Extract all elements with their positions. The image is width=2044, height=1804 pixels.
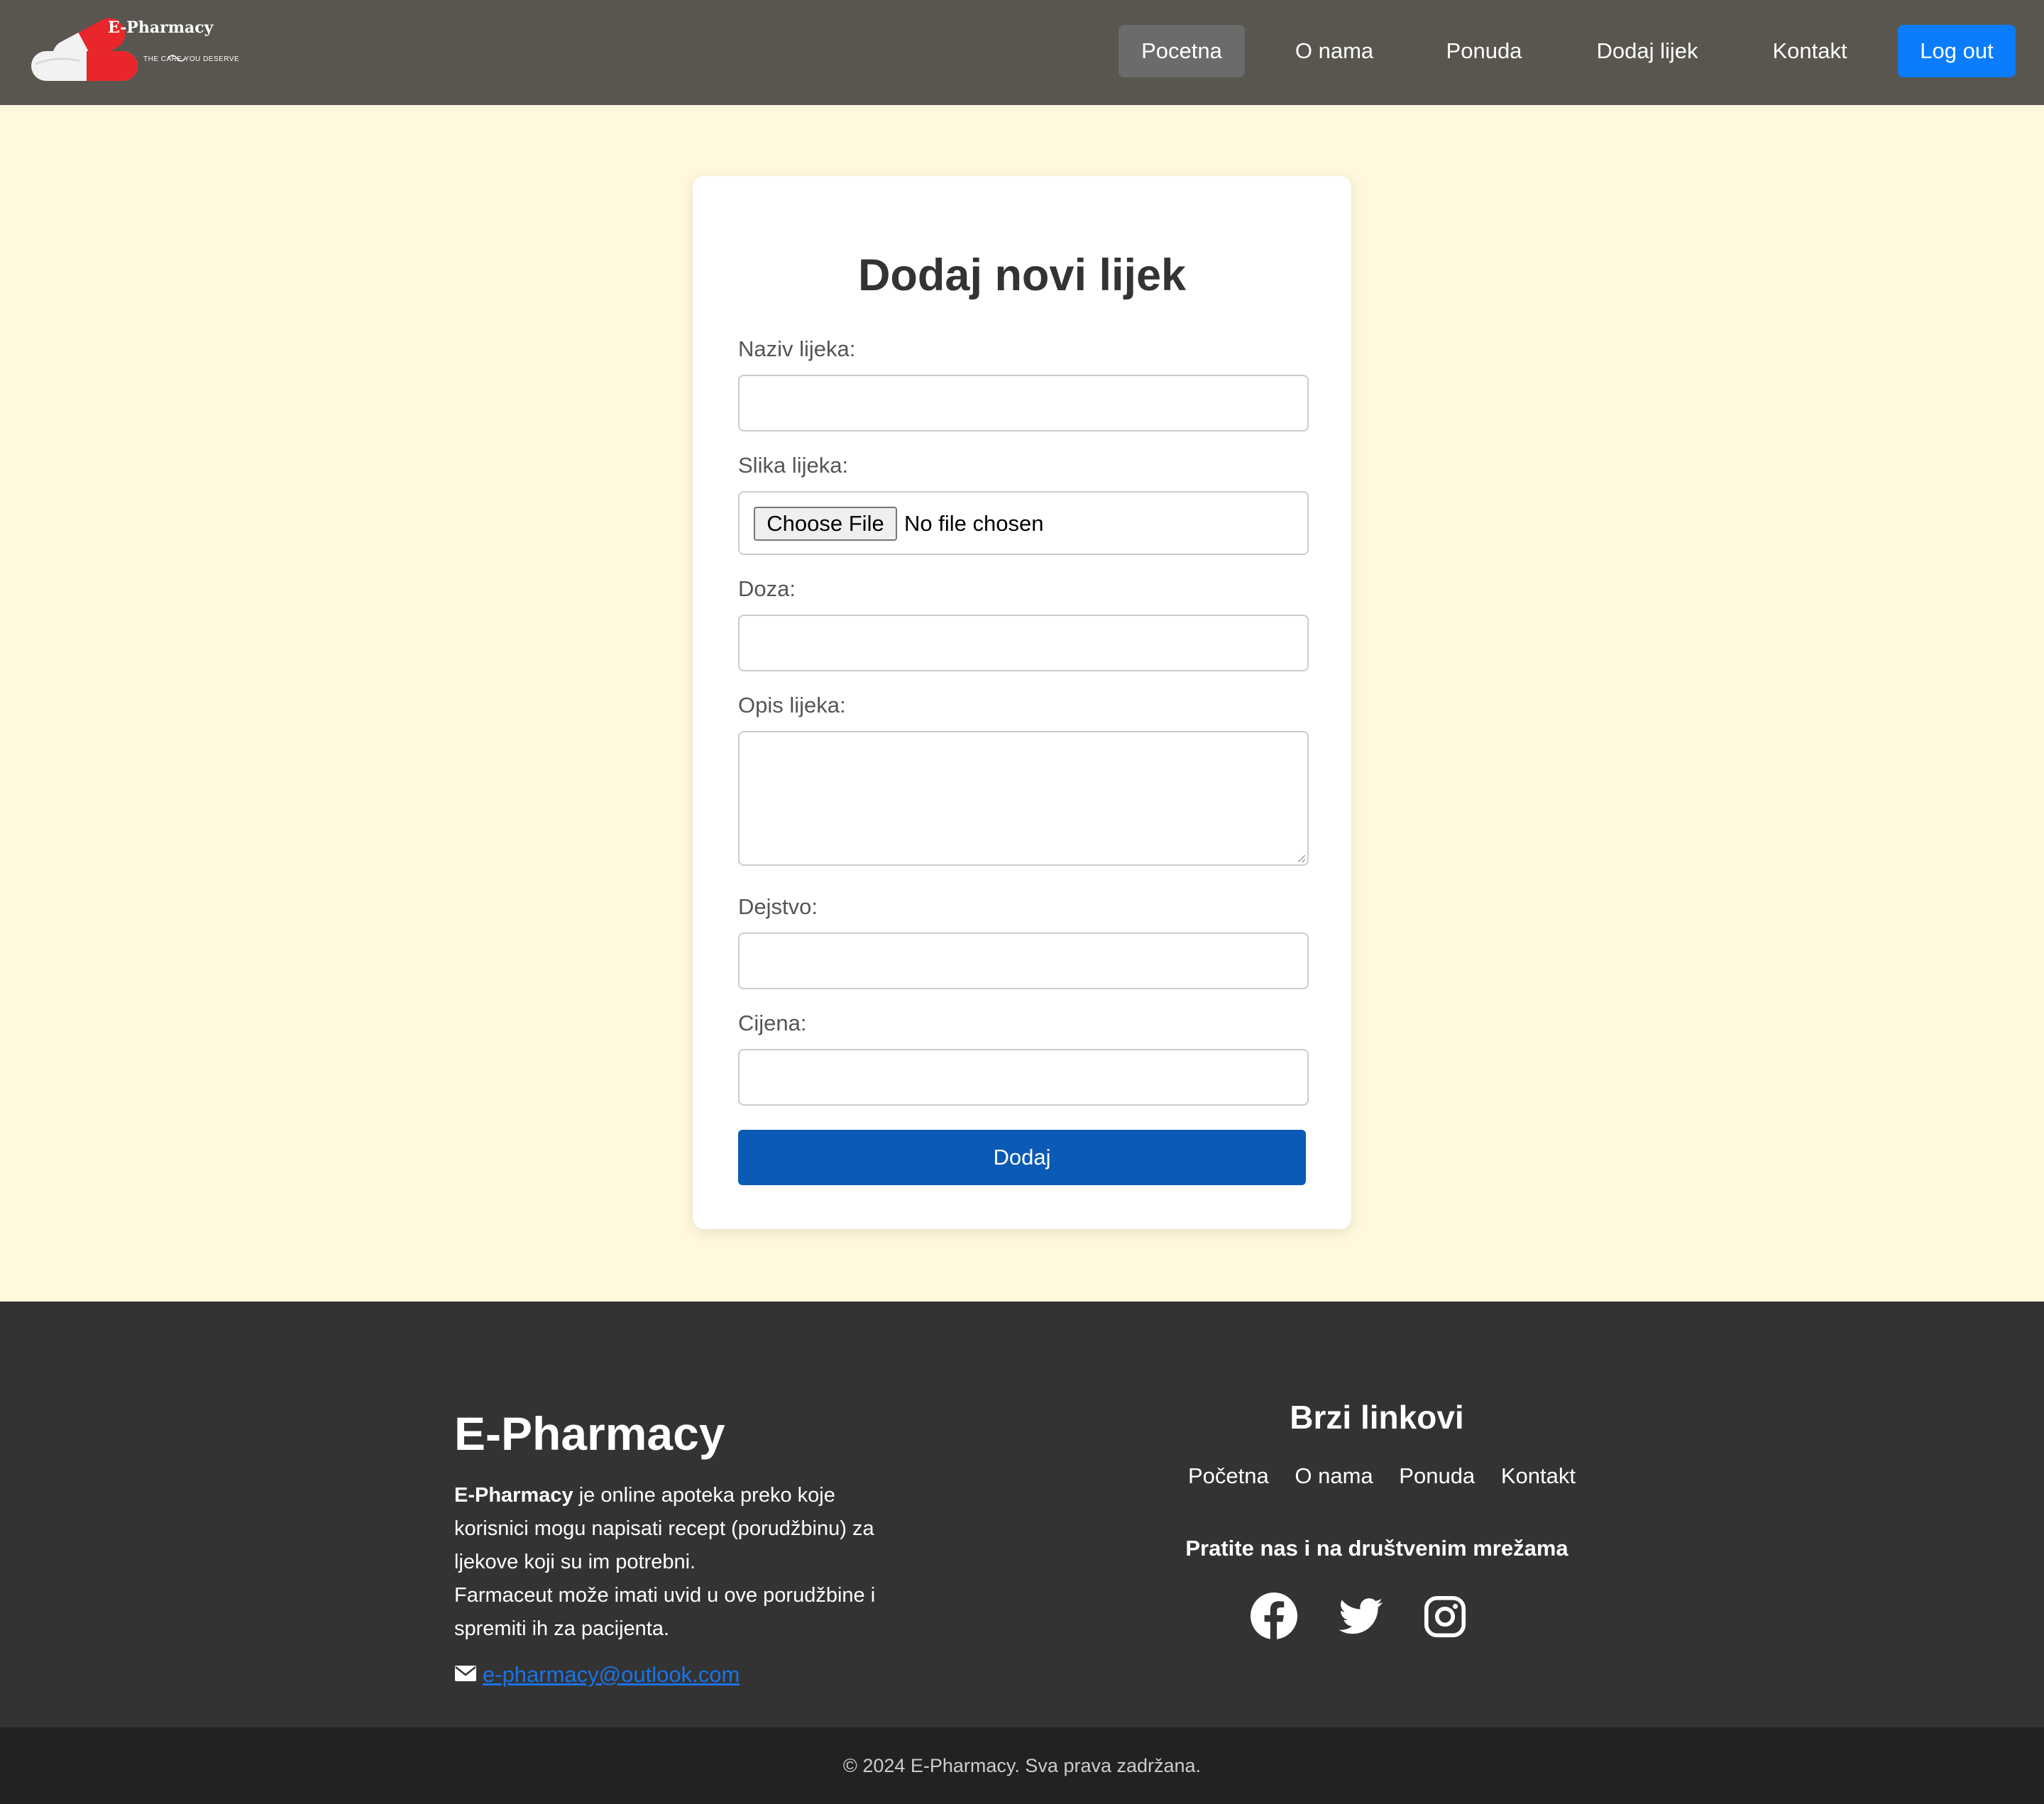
naziv-input[interactable]: [738, 375, 1309, 431]
quick-links-title: Brzi linkovi: [1290, 1399, 1464, 1436]
naziv-label: Naziv lijeka:: [738, 336, 856, 361]
quick-links: Početna O nama Ponuda Kontakt: [1178, 1463, 1576, 1489]
form-title: Dodaj novi lijek: [857, 251, 1187, 300]
dejstvo-input[interactable]: [738, 933, 1309, 989]
nav-item-dodaj-lijek[interactable]: Dodaj lijek: [1574, 25, 1720, 77]
cijena-input[interactable]: [738, 1049, 1309, 1106]
file-status-text: No file chosen: [904, 511, 1044, 536]
footer-brand-title: E-Pharmacy: [454, 1407, 725, 1460]
quick-link-ponuda[interactable]: Ponuda: [1399, 1463, 1475, 1488]
footer: E-Pharmacy E-Pharmacy je online apoteka …: [0, 1302, 2044, 1727]
quick-link-o-nama[interactable]: O nama: [1295, 1463, 1373, 1488]
quick-link-kontakt[interactable]: Kontakt: [1501, 1463, 1576, 1488]
nav-item-kontakt[interactable]: Kontakt: [1753, 25, 1867, 77]
nav-item-o-nama[interactable]: O nama: [1270, 25, 1398, 77]
add-medicine-card: Dodaj novi lijek Naziv lijeka: Slika lij…: [693, 176, 1351, 1229]
doza-label: Doza:: [738, 576, 796, 601]
nav-item-pocetna[interactable]: Pocetna: [1119, 25, 1245, 77]
instagram-icon[interactable]: [1424, 1595, 1466, 1638]
logo-tagline: THE CARE YOU DESERVE: [143, 55, 240, 63]
dodaj-submit-button[interactable]: Dodaj: [738, 1130, 1306, 1185]
quick-link-pocetna[interactable]: Početna: [1188, 1463, 1269, 1488]
logo-title: E-Pharmacy: [108, 18, 214, 37]
footer-description: E-Pharmacy je online apoteka preko koje …: [454, 1479, 894, 1646]
social-title: Pratite nas i na društvenim mrežama: [1185, 1536, 1568, 1561]
choose-file-button[interactable]: Choose File: [754, 507, 897, 541]
footer-description-strong: E-Pharmacy: [454, 1484, 573, 1507]
site-logo[interactable]: E-Pharmacy THE CARE YOU DESERVE: [30, 14, 239, 85]
opis-label: Opis lijeka:: [738, 693, 846, 717]
opis-textarea[interactable]: [738, 731, 1309, 866]
envelope-icon: [455, 1666, 476, 1681]
bottom-bar: © 2024 E-Pharmacy. Sva prava zadržana.: [0, 1727, 2044, 1804]
footer-description-line2: Farmaceut može imati uvid u ove porudžbi…: [454, 1584, 876, 1640]
footer-email-link[interactable]: e-pharmacy@outlook.com: [483, 1661, 740, 1689]
slika-file-input[interactable]: Choose File No file chosen: [738, 491, 1309, 555]
logout-button[interactable]: Log out: [1898, 25, 2016, 77]
nav-item-ponuda[interactable]: Ponuda: [1427, 25, 1542, 77]
resize-grip-icon[interactable]: [1298, 855, 1305, 862]
cijena-label: Cijena:: [738, 1011, 807, 1035]
dejstvo-label: Dejstvo:: [738, 894, 818, 919]
twitter-icon[interactable]: [1337, 1593, 1384, 1639]
copyright-text: © 2024 E-Pharmacy. Sva prava zadržana.: [842, 1755, 1202, 1776]
facebook-icon[interactable]: [1251, 1593, 1297, 1639]
navbar: E-Pharmacy THE CARE YOU DESERVE Pocetna …: [0, 0, 2044, 105]
slika-label: Slika lijeka:: [738, 453, 849, 478]
doza-input[interactable]: [738, 615, 1309, 671]
